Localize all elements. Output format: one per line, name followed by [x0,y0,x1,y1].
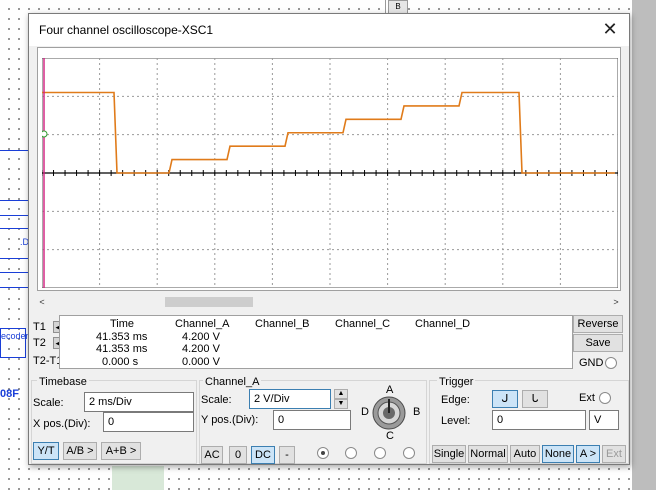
background-bus [0,200,30,201]
gnd-radio[interactable] [605,357,617,369]
t1-label: T1 [33,321,46,333]
ext-label: Ext [579,392,595,404]
xpos-label: X pos.(Div): [33,418,91,430]
header-channel-a: Channel_A [175,318,230,330]
channel-c-radio[interactable] [374,447,386,459]
ypos-field[interactable]: 0 [273,410,351,430]
delta-channel-a: 0.000 V [182,356,220,368]
header-channel-c: Channel_C [335,318,391,330]
channel-scale-label: Scale: [201,394,232,406]
save-button[interactable]: Save [573,334,623,352]
channel-a-radio[interactable] [317,447,329,459]
a-trigger-button[interactable]: A > [576,445,600,463]
trigger-level-field[interactable]: 0 [492,410,586,430]
close-icon[interactable]: ✕ [599,19,621,41]
background-bus [0,287,30,288]
t2-t1-label: T2-T1 [33,355,63,367]
falling-edge-icon[interactable]: ᒐ [522,390,548,408]
scroll-right-icon[interactable]: > [611,295,621,309]
ac-button[interactable]: AC [201,446,223,464]
knob-label-a: A [386,384,394,396]
timebase-scale-field[interactable]: 2 ms/Div [84,392,194,412]
t1-time: 41.353 ms [96,331,148,343]
ext-trigger-button[interactable]: Ext [602,445,626,463]
ab-button[interactable]: A/B > [63,442,97,460]
trigger-level-marker[interactable] [42,130,48,138]
scale-up-icon[interactable]: ▲ [334,389,348,399]
reverse-button[interactable]: Reverse [573,315,623,333]
oscilloscope-window: Four channel oscilloscope-XSC1 ✕ < > T1 … [28,13,630,465]
edge-label: Edge: [441,394,470,406]
yt-button[interactable]: Y/T [33,442,59,460]
delta-time: 0.000 s [102,356,139,368]
scroll-thumb[interactable] [165,297,253,307]
background-bus [0,228,30,229]
background-panel [632,0,656,490]
single-button[interactable]: Single [432,445,466,463]
background-wire [385,0,386,13]
header-time: Time [110,318,135,330]
t2-label: T2 [33,337,46,349]
header-channel-d: Channel_D [415,318,471,330]
window-title: Four channel oscilloscope-XSC1 [39,23,214,37]
auto-button[interactable]: Auto [510,445,540,463]
t2-channel-a: 4.200 V [182,343,220,355]
knob-label-b: B [413,406,421,418]
title-bar: Four channel oscilloscope-XSC1 ✕ [29,14,629,46]
scope-display [37,47,621,291]
zero-button[interactable]: 0 [229,446,247,464]
ypos-label: Y pos.(Div): [201,414,259,426]
scope-screen [42,58,618,288]
background-label: 08F [0,388,19,400]
channel-d-radio[interactable] [403,447,415,459]
channel-scale-field[interactable]: 2 V/Div [249,389,331,409]
ext-radio[interactable] [599,392,611,404]
background-panel [112,466,164,490]
gnd-label: GND [579,357,604,369]
background-tab: B [388,0,408,14]
t2-time: 41.353 ms [96,343,148,355]
background-bus [0,215,30,216]
normal-button[interactable]: Normal [468,445,508,463]
knob-label-d: D [361,406,369,418]
background-component: ecoder [0,328,29,358]
xpos-field[interactable]: 0 [103,412,194,432]
trigger-level-unit[interactable]: V [589,410,619,430]
a-plus-b-button[interactable]: A+B > [101,442,141,460]
timebase-title: Timebase [37,376,89,388]
header-channel-b: Channel_B [255,318,310,330]
invert-button[interactable]: - [279,446,295,464]
channel-selector-knob-icon[interactable] [372,396,406,430]
knob-label-c: C [386,430,394,442]
measurement-readout: Time Channel_A Channel_B Channel_C Chann… [59,315,573,369]
level-label: Level: [441,415,471,427]
horizontal-scrollbar[interactable]: < > [37,295,621,309]
scroll-left-icon[interactable]: < [37,295,47,309]
background-bus [0,150,30,151]
trigger-title: Trigger [437,376,476,388]
background-bus [0,272,30,273]
rising-edge-icon[interactable]: ᒍ [492,390,518,408]
channel-title: Channel_A [203,376,262,388]
none-button[interactable]: None [542,445,574,463]
scale-down-icon[interactable]: ▼ [334,399,348,409]
timebase-scale-label: Scale: [33,397,64,409]
channel-b-radio[interactable] [345,447,357,459]
t1-channel-a: 4.200 V [182,331,220,343]
background-bus [0,258,30,259]
dc-button[interactable]: DC [251,446,275,464]
